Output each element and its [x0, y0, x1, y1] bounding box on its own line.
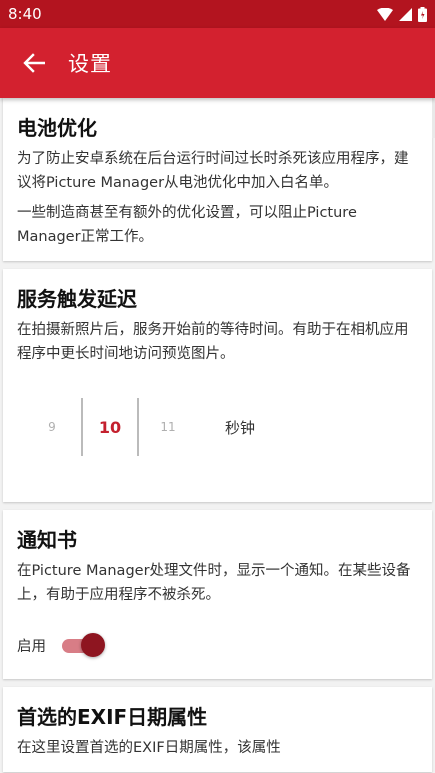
- toggle-thumb[interactable]: [81, 633, 105, 657]
- settings-list[interactable]: 电池优化 为了防止安卓系统在后台运行时间过长时杀死该应用程序，建议将Pictur…: [0, 98, 435, 772]
- app-bar: 设置: [0, 28, 435, 98]
- status-time: 8:40: [8, 5, 42, 23]
- service-delay-title: 服务触发延迟: [17, 287, 137, 311]
- battery-optimization-note: 一些制造商甚至有额外的优化设置，可以阻止Picture Manager正常工作。: [17, 205, 357, 245]
- battery-optimization-title: 电池优化: [17, 116, 97, 140]
- arrow-back-icon: [23, 53, 45, 73]
- notification-text: 在Picture Manager处理文件时，显示一个通知。在某些设备上，有助于应…: [17, 563, 411, 603]
- notification-title: 通知书: [17, 528, 77, 552]
- delay-number-picker[interactable]: 9 10 11 秒钟: [17, 394, 418, 460]
- notification-toggle[interactable]: [62, 633, 105, 657]
- battery-optimization-card[interactable]: 电池优化 为了防止安卓系统在后台运行时间过长时杀死该应用程序，建议将Pictur…: [3, 98, 432, 261]
- notification-toggle-row[interactable]: 启用: [17, 633, 418, 657]
- back-button[interactable]: [0, 28, 68, 98]
- exif-date-title: 首选的EXIF日期属性: [17, 705, 208, 729]
- picker-unit-label: 秒钟: [225, 418, 256, 437]
- picker-selected-value[interactable]: 10: [81, 398, 139, 456]
- page-title: 设置: [68, 52, 112, 76]
- exif-date-card[interactable]: 首选的EXIF日期属性 在这里设置首选的EXIF日期属性，该属性: [3, 687, 432, 772]
- battery-icon: [418, 6, 427, 22]
- service-delay-text: 在拍摄新照片后，服务开始前的等待时间。有助于在相机应用程序中更长时间地访问预览图…: [17, 322, 409, 362]
- picker-prev-value[interactable]: 9: [23, 420, 81, 434]
- notification-toggle-label: 启用: [17, 638, 46, 655]
- picker-next-value[interactable]: 11: [139, 420, 197, 434]
- exif-date-text: 在这里设置首选的EXIF日期属性，该属性: [17, 740, 281, 756]
- battery-optimization-text: 为了防止安卓系统在后台运行时间过长时杀死该应用程序，建议将Picture Man…: [17, 151, 409, 191]
- signal-icon: [399, 7, 412, 21]
- status-icons: [377, 6, 427, 22]
- notification-card: 通知书 在Picture Manager处理文件时，显示一个通知。在某些设备上，…: [3, 510, 432, 679]
- wifi-icon: [377, 7, 393, 21]
- status-bar: 8:40: [0, 0, 435, 28]
- service-delay-card: 服务触发延迟 在拍摄新照片后，服务开始前的等待时间。有助于在相机应用程序中更长时…: [3, 269, 432, 502]
